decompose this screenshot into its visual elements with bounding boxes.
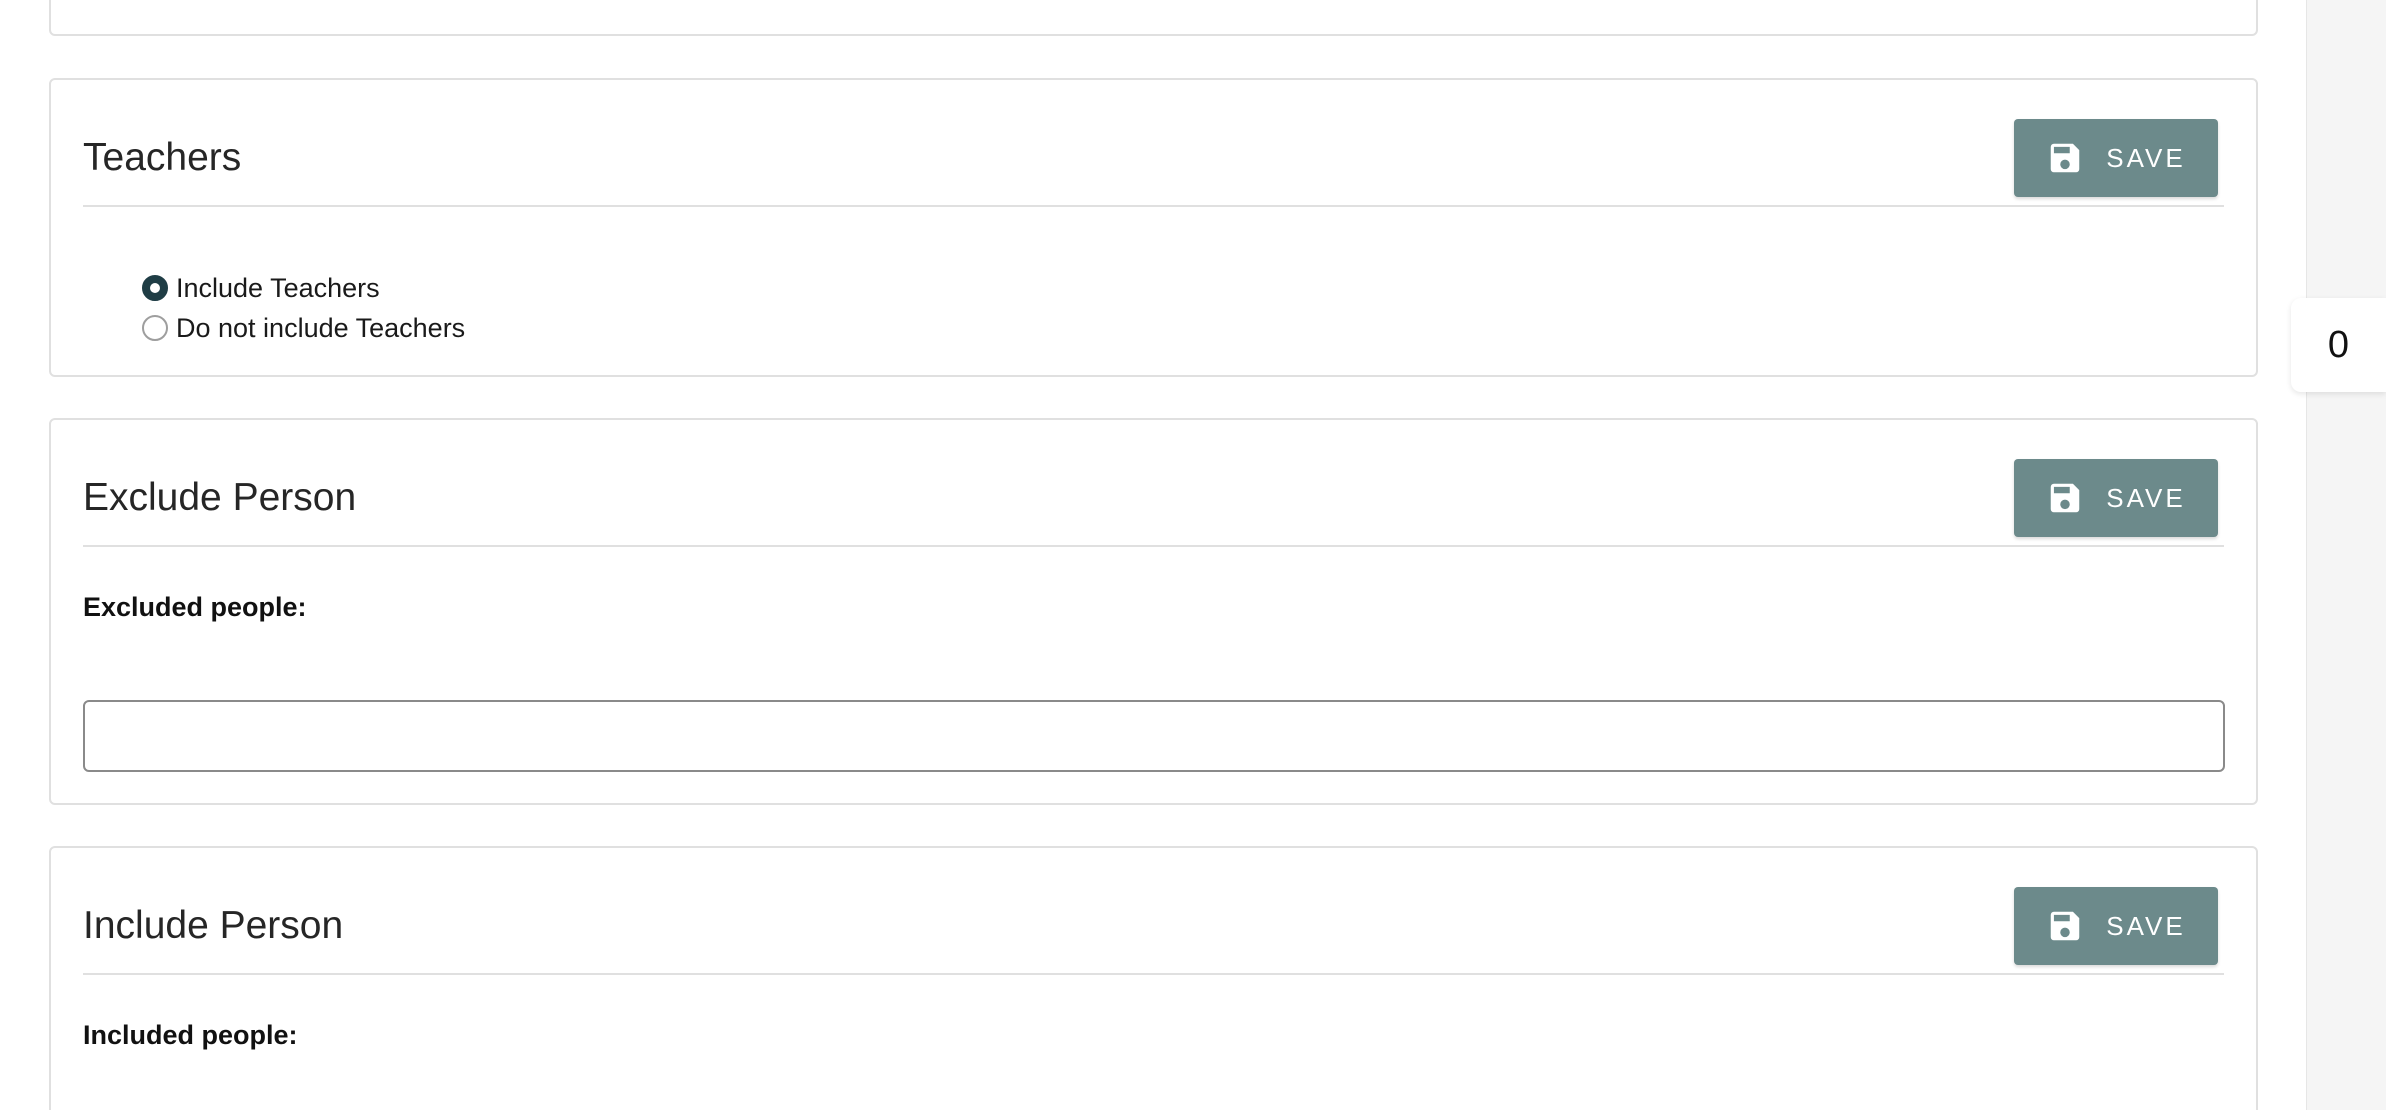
- floppy-disk-icon: [2046, 139, 2084, 177]
- included-people-label: Included people:: [83, 1020, 298, 1050]
- include-person-card-header: Include Person SAVE: [83, 848, 2224, 975]
- teachers-radio-group: Include Teachers Do not include Teachers: [142, 268, 465, 348]
- include-person-save-button[interactable]: SAVE: [2014, 887, 2218, 965]
- include-teachers-radio[interactable]: [142, 275, 168, 301]
- exclude-person-save-button[interactable]: SAVE: [2014, 459, 2218, 537]
- teachers-save-label: SAVE: [2106, 142, 2186, 173]
- excluded-people-input[interactable]: [83, 700, 2225, 772]
- teachers-card: Teachers SAVE Include Teachers Do not in…: [49, 78, 2258, 377]
- include-person-card: Include Person SAVE Included people:: [49, 846, 2258, 1110]
- floppy-disk-icon: [2046, 479, 2084, 517]
- previous-section-card: [49, 0, 2258, 36]
- include-person-save-label: SAVE: [2106, 910, 2186, 941]
- side-counter-badge[interactable]: 0: [2291, 298, 2386, 392]
- include-teachers-option[interactable]: Include Teachers: [142, 268, 465, 308]
- exclude-teachers-option[interactable]: Do not include Teachers: [142, 308, 465, 348]
- exclude-person-card-header: Exclude Person SAVE: [83, 420, 2224, 547]
- exclude-person-card: Exclude Person SAVE Excluded people:: [49, 418, 2258, 805]
- floppy-disk-icon: [2046, 907, 2084, 945]
- teachers-save-button[interactable]: SAVE: [2014, 119, 2218, 197]
- include-person-title: Include Person: [83, 904, 344, 947]
- page: Teachers SAVE Include Teachers Do not in…: [0, 0, 2386, 1110]
- teachers-title: Teachers: [83, 136, 242, 179]
- right-rail: [2306, 0, 2386, 1110]
- excluded-people-label: Excluded people:: [83, 592, 307, 622]
- exclude-teachers-label: Do not include Teachers: [176, 312, 466, 343]
- exclude-teachers-radio[interactable]: [142, 315, 168, 341]
- include-teachers-label: Include Teachers: [176, 272, 380, 303]
- exclude-person-save-label: SAVE: [2106, 482, 2186, 513]
- teachers-card-header: Teachers SAVE: [83, 80, 2224, 207]
- exclude-person-title: Exclude Person: [83, 476, 357, 519]
